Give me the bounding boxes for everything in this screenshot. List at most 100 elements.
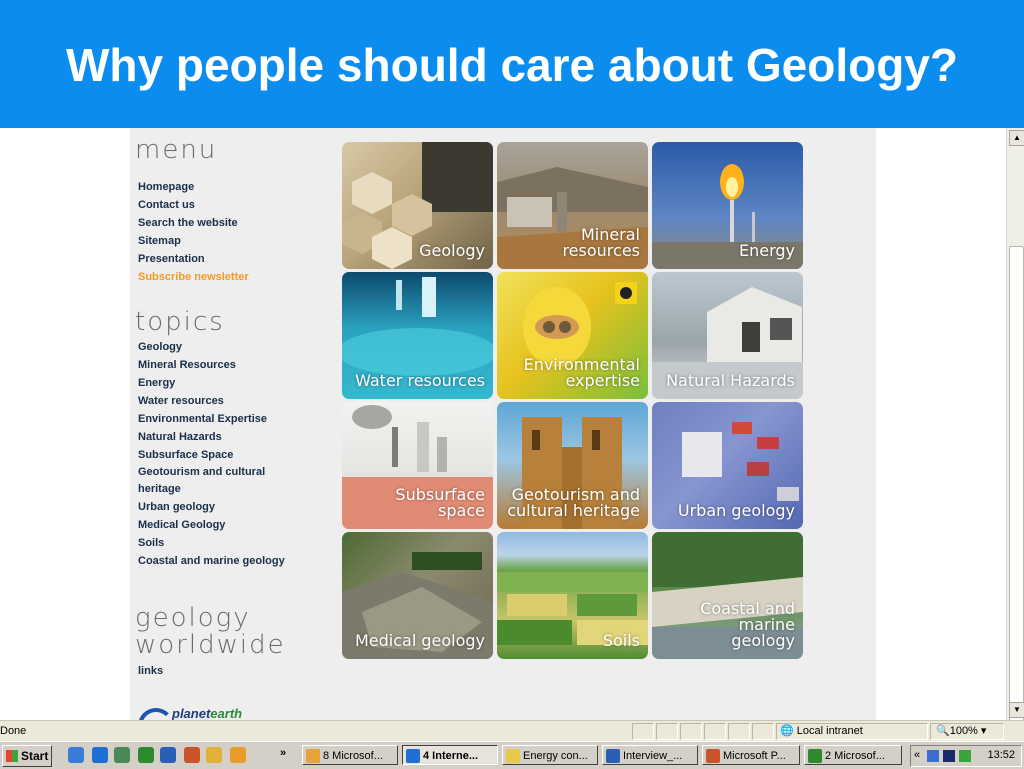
planet-earth-logo[interactable]: planetearth (136, 704, 266, 744)
hand-icon[interactable] (206, 747, 222, 763)
topic-link[interactable]: Coastal and marine geology (138, 552, 285, 570)
taskbar-button[interactable]: Interview_... (602, 745, 698, 765)
topic-link[interactable]: Energy (138, 374, 285, 392)
tile-coastal-marine-geology[interactable]: Coastal and marine geology (652, 532, 803, 659)
topics-heading: topics (135, 307, 225, 337)
logo-text-b: earth (210, 706, 243, 721)
tile-soils[interactable]: Soils (497, 532, 648, 659)
taskbar-button[interactable]: 4 Interne... (402, 745, 498, 765)
tile-geology[interactable]: Geology (342, 142, 493, 269)
zoom-level: 100% (949, 725, 978, 737)
topic-link[interactable]: Medical Geology (138, 516, 285, 534)
tile-caption: Natural Hazards (666, 371, 795, 390)
topics-list: Geology Mineral Resources Energy Water r… (138, 338, 285, 570)
start-button[interactable]: Start (2, 745, 52, 767)
topic-link[interactable]: Natural Hazards (138, 428, 285, 446)
menu-heading: menu (135, 135, 218, 165)
globe-icon: 🌐 (780, 725, 794, 737)
media-icon[interactable] (114, 747, 130, 763)
topic-link[interactable]: Soils (138, 534, 285, 552)
excel-icon[interactable] (138, 747, 154, 763)
magnifier-icon: 🔍 (936, 725, 950, 737)
tile-caption: Coastal and marine (700, 599, 795, 634)
topic-link[interactable]: Urban geology (138, 498, 285, 516)
menu-link-subscribe[interactable]: Subscribe newsletter (138, 268, 249, 286)
zoom-control[interactable]: 🔍100% ▾ (936, 724, 986, 737)
tile-caption: Urban geology (677, 501, 795, 520)
chevron-down-icon: ▾ (980, 725, 987, 737)
language-icon[interactable] (943, 750, 955, 762)
taskbar-button[interactable]: 2 Microsof... (804, 745, 902, 765)
tile-caption: resources (562, 241, 640, 260)
scrollbar-thumb[interactable] (1009, 246, 1024, 738)
tile-caption: Energy (738, 241, 795, 260)
folder-icon (506, 749, 520, 763)
tile-caption: geology (731, 631, 795, 650)
quicklaunch-overflow-icon[interactable]: » (280, 747, 286, 759)
taskbar-button[interactable]: Microsoft P... (702, 745, 800, 765)
security-icon[interactable] (959, 750, 971, 762)
outlook-icon (306, 749, 320, 763)
internet-explorer-icon (406, 749, 420, 763)
tile-mineral-resources[interactable]: Mineral resources (497, 142, 648, 269)
menu-link-sitemap[interactable]: Sitemap (138, 232, 249, 250)
topic-link[interactable]: Geology (138, 338, 285, 356)
tile-caption: Subsurface space (395, 485, 485, 520)
word-icon[interactable] (160, 747, 176, 763)
powerpoint-icon[interactable] (184, 747, 200, 763)
windows-logo-icon (6, 750, 18, 762)
tile-caption: Geology (419, 241, 485, 260)
word-icon (606, 749, 620, 763)
menu-link-presentation[interactable]: Presentation (138, 250, 249, 268)
scroll-up-arrow-icon[interactable]: ▲ (1009, 130, 1024, 146)
topic-link[interactable]: Geotourism and cultural (138, 464, 285, 480)
windows-taskbar: Start » 8 Microsof... 4 Interne... Energ… (0, 741, 1024, 769)
menu-list: Homepage Contact us Search the website S… (138, 178, 249, 286)
topic-link[interactable]: heritage (138, 480, 285, 498)
tile-caption: cultural heritage (507, 501, 640, 520)
browser-viewport: menu Homepage Contact us Search the webs… (0, 128, 1024, 744)
tile-energy[interactable]: Energy (652, 142, 803, 269)
internet-explorer-icon[interactable] (92, 747, 108, 763)
web-page: menu Homepage Contact us Search the webs… (130, 128, 876, 744)
outlook-icon[interactable] (230, 747, 246, 763)
clock: 13:52 (987, 749, 1015, 761)
topic-link[interactable]: Water resources (138, 392, 285, 410)
tile-environmental-expertise[interactable]: Environmental expertise (497, 272, 648, 399)
tile-medical-geology[interactable]: Medical geology (342, 532, 493, 659)
tile-caption: Soils (602, 631, 640, 650)
tile-water-resources[interactable]: Water resources (342, 272, 493, 399)
tile-caption: expertise (565, 371, 640, 390)
logo-text-a: planet (172, 706, 211, 721)
topic-link[interactable]: Environmental Expertise (138, 410, 285, 428)
status-text: Done (0, 725, 27, 737)
tile-caption: Water resources (355, 371, 485, 390)
taskbar-button[interactable]: Energy con... (502, 745, 598, 765)
tile-subsurface-space[interactable]: Subsurface space (342, 402, 493, 529)
topic-tile-grid: Geology Mineral resources Energy Water r… (342, 142, 804, 660)
topic-link[interactable]: Mineral Resources (138, 356, 285, 374)
powerpoint-icon (706, 749, 720, 763)
start-label: Start (21, 749, 49, 763)
tile-urban-geology[interactable]: Urban geology (652, 402, 803, 529)
security-zone: Local intranet (796, 725, 863, 737)
network-icon[interactable] (927, 750, 939, 762)
tray-expand-icon[interactable]: « (914, 749, 920, 761)
taskbar-button[interactable]: 8 Microsof... (302, 745, 398, 765)
worldwide-heading-line2: worldwide (135, 630, 286, 660)
topic-link[interactable]: Subsurface Space (138, 446, 285, 464)
scroll-down-arrow-icon[interactable]: ▼ (1009, 702, 1024, 718)
desktop-icon[interactable] (68, 747, 84, 763)
worldwide-list: links (138, 662, 163, 680)
excel-icon (808, 749, 822, 763)
browser-status-bar: Done 🌐 Local intranet 🔍100% ▾ (0, 720, 1024, 741)
menu-link-homepage[interactable]: Homepage (138, 178, 249, 196)
vertical-scrollbar[interactable]: ▲ ▼ (1006, 128, 1024, 738)
worldwide-links-link[interactable]: links (138, 662, 163, 680)
tile-natural-hazards[interactable]: Natural Hazards (652, 272, 803, 399)
slide-title-band: Why people should care about Geology? (0, 0, 1024, 128)
system-tray: « 13:52 (910, 745, 1022, 767)
menu-link-search[interactable]: Search the website (138, 214, 249, 232)
tile-geotourism[interactable]: Geotourism and cultural heritage (497, 402, 648, 529)
menu-link-contact[interactable]: Contact us (138, 196, 249, 214)
